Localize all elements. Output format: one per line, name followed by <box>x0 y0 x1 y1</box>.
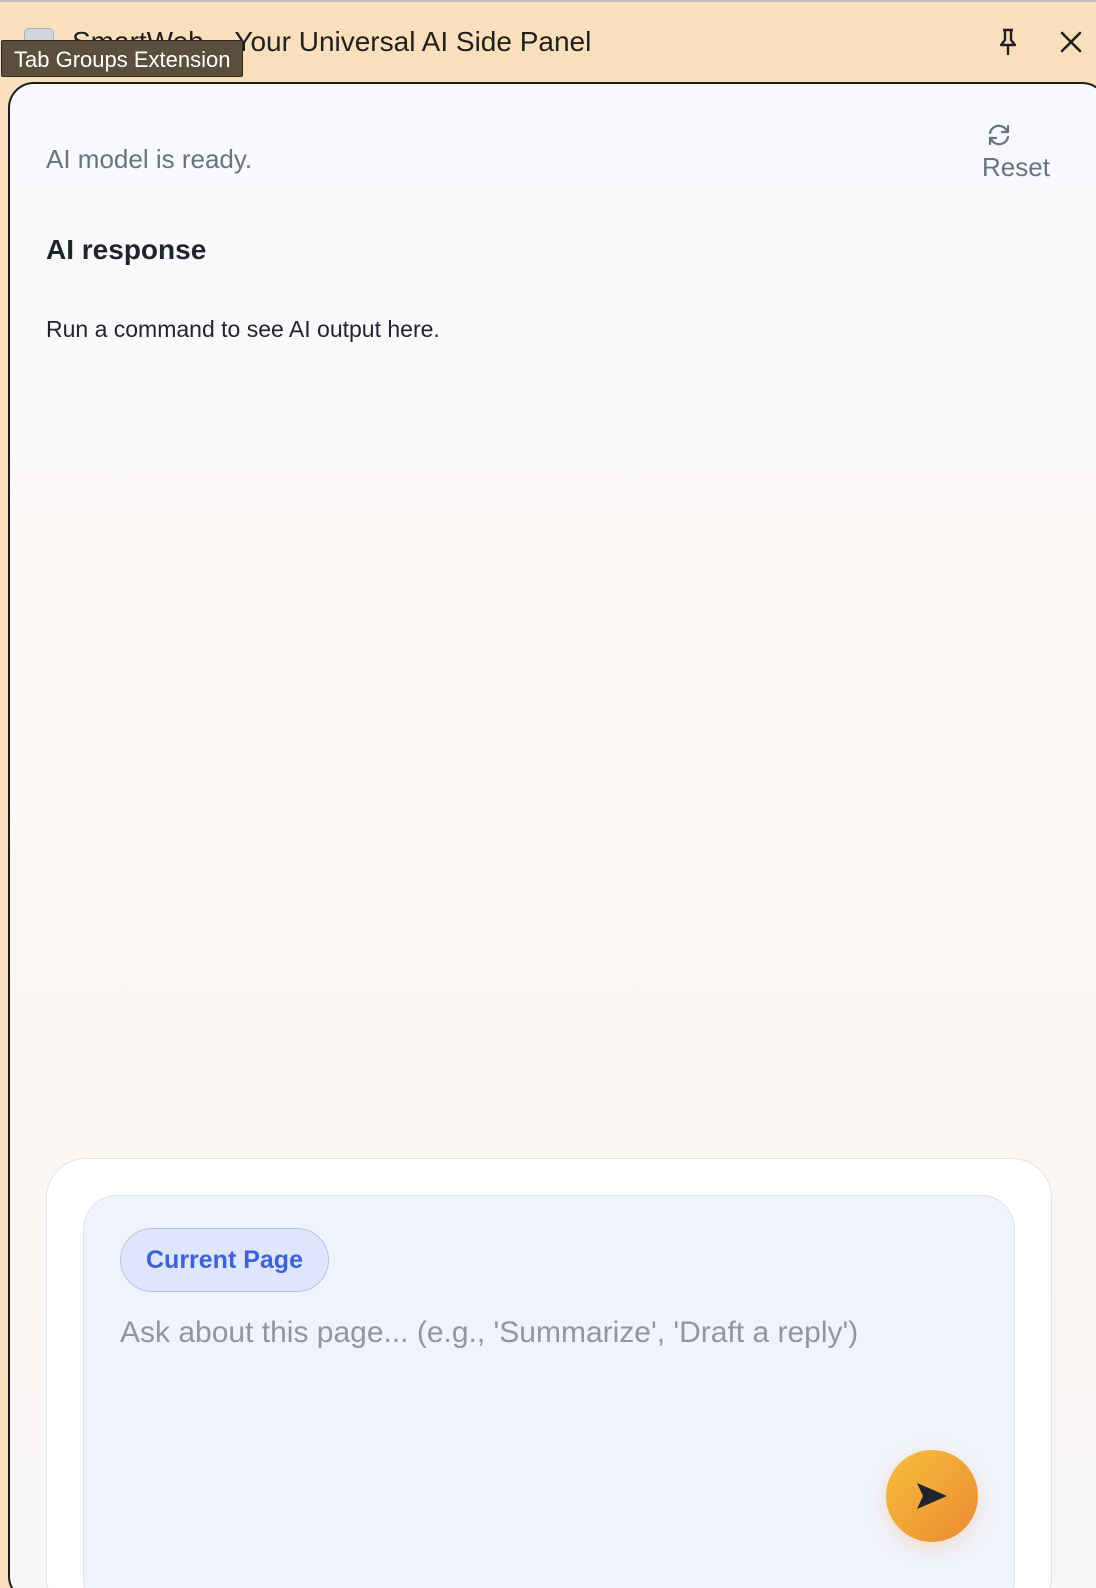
close-icon <box>1060 31 1082 53</box>
send-button[interactable] <box>886 1450 978 1542</box>
composer-card: Current Page <box>46 1158 1052 1588</box>
prompt-input[interactable] <box>120 1316 980 1486</box>
refresh-icon <box>988 124 1010 146</box>
reset-button[interactable]: Reset <box>982 122 1062 183</box>
tooltip: Tab Groups Extension <box>1 40 244 77</box>
response-output: Run a command to see AI output here. <box>46 316 440 342</box>
reset-label: Reset <box>982 152 1050 182</box>
pin-icon <box>999 28 1017 55</box>
composer-input-area: Current Page <box>83 1195 1015 1588</box>
send-icon <box>917 1483 947 1509</box>
response-heading: AI response <box>46 234 207 265</box>
side-panel-window: SmartWeb – Your Universal AI Side Panel … <box>0 0 1096 1588</box>
pin-button[interactable] <box>988 22 1028 62</box>
close-button[interactable] <box>1051 22 1091 62</box>
main-panel: AI model is ready. Reset AI response Run… <box>8 82 1096 1588</box>
context-chip-current-page[interactable]: Current Page <box>120 1228 329 1292</box>
model-status: AI model is ready. <box>46 144 253 174</box>
title-bar: SmartWeb – Your Universal AI Side Panel … <box>0 2 1096 82</box>
